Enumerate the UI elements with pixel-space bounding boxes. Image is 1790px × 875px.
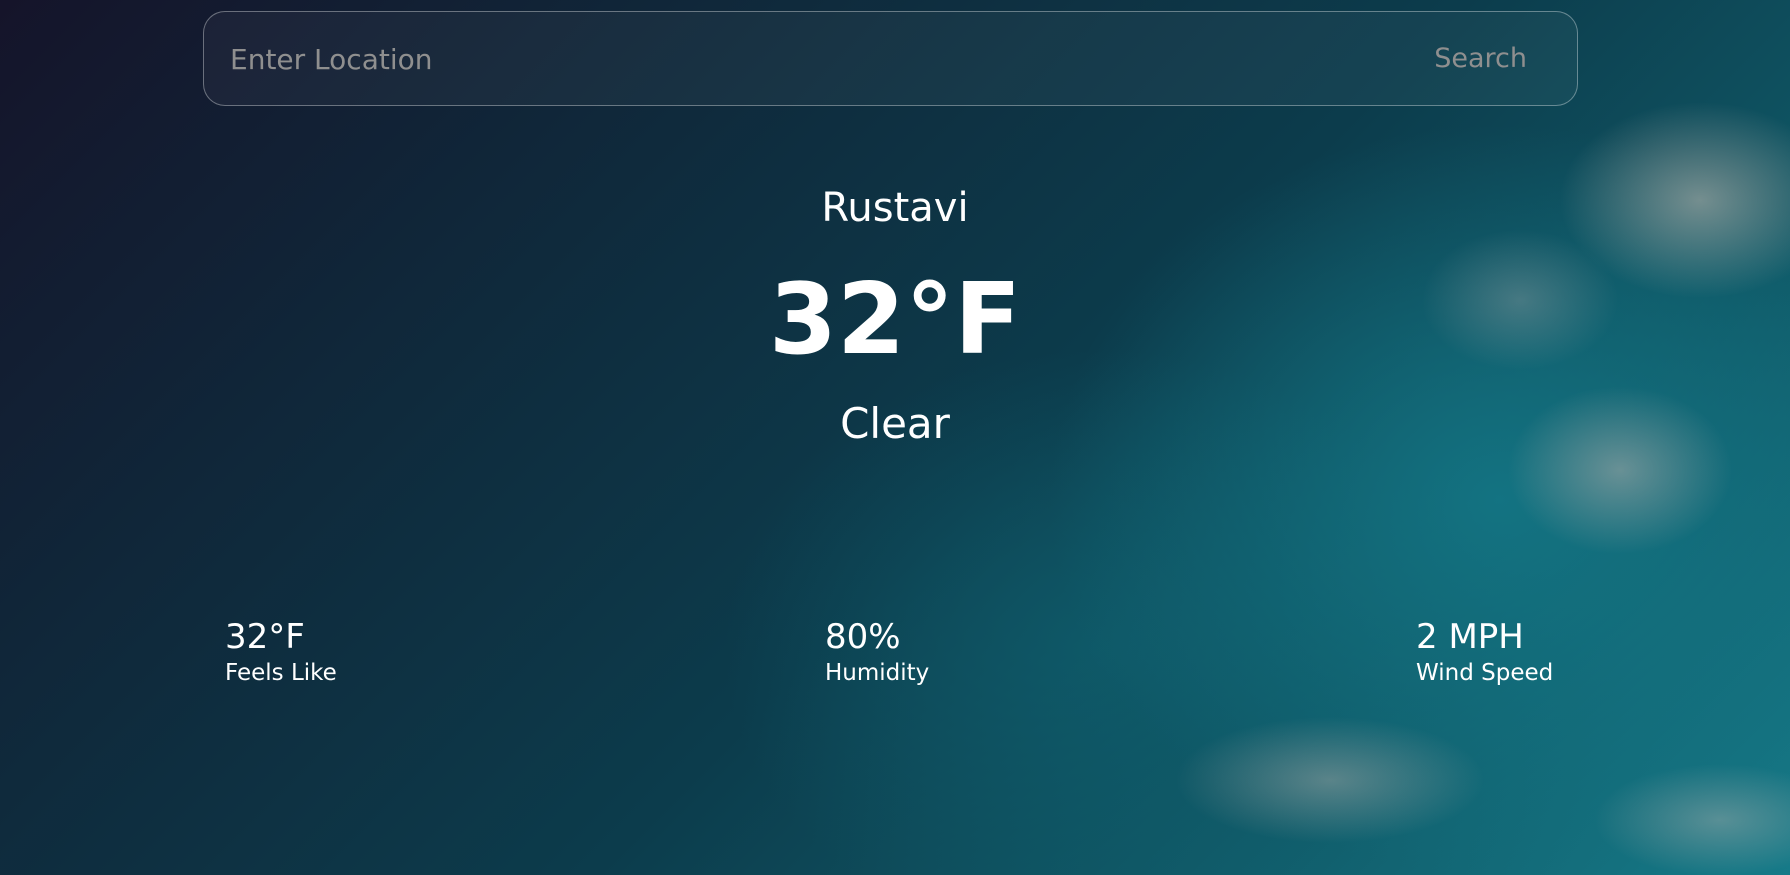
humidity-stat: 80% Humidity [825, 616, 929, 688]
city-name: Rustavi [821, 185, 969, 231]
wind-speed-label: Wind Speed [1416, 660, 1554, 686]
wind-speed-stat: 2 MPH Wind Speed [1416, 616, 1553, 688]
humidity-value: 80% [825, 617, 901, 657]
current-temperature: 32°F [768, 263, 1022, 377]
location-search-input[interactable] [228, 12, 1332, 107]
feels-like-stat: 32°F Feels Like [225, 616, 337, 688]
weather-condition: Clear [840, 399, 950, 448]
wind-speed-value: 2 MPH [1416, 617, 1524, 657]
humidity-label: Humidity [825, 660, 930, 686]
feels-like-label: Feels Like [225, 660, 337, 686]
search-button[interactable]: Search [1434, 36, 1527, 82]
feels-like-value: 32°F [225, 617, 305, 657]
search-bar: Search [203, 11, 1578, 107]
